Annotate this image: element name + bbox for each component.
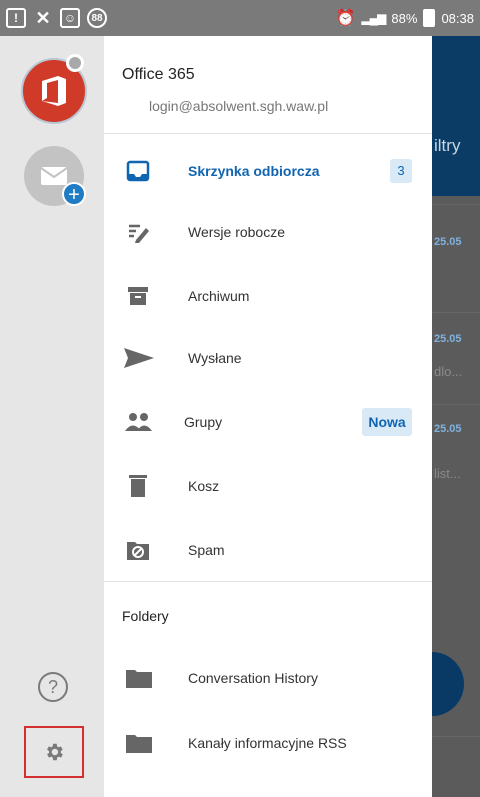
navigation-drawer: Office 365 login@absolwent.sgh.waw.pl Sk… (104, 36, 432, 797)
help-button[interactable]: ? (38, 672, 68, 702)
nav-item-drafts[interactable]: Wersje robocze (104, 204, 432, 260)
account-status-dot (66, 54, 84, 72)
add-account-plus-icon[interactable]: + (62, 182, 86, 206)
background-filter-label: iltry (432, 36, 480, 196)
folder-icon (126, 670, 152, 688)
nav-item-trash[interactable]: Kosz (104, 458, 432, 514)
nav-item-label: Skrzynka odbiorcza (188, 163, 320, 179)
nav-item-label: Archiwum (188, 288, 250, 304)
message-notification-icon: ☺ (60, 8, 80, 28)
trash-icon (124, 472, 152, 500)
archive-icon (124, 282, 152, 310)
background-row-snippet: dlo... (434, 364, 463, 379)
background-row-date: 25.05 (434, 423, 462, 435)
signal-icon: ▂▄▆ (361, 11, 386, 25)
background-separator (432, 404, 480, 405)
unread-count-badge: 3 (390, 159, 412, 183)
nav-item-inbox[interactable]: Skrzynka odbiorcza 3 (104, 143, 432, 199)
folder-label: Conversation History (188, 670, 318, 686)
spam-icon (124, 536, 152, 564)
clock: 08:38 (441, 10, 474, 26)
new-badge: Nowa (362, 408, 412, 436)
missed-call-icon: ✕ (35, 7, 51, 28)
folder-label: Kanały informacyjne RSS (188, 735, 347, 751)
battery-percent: 88% (391, 10, 418, 26)
background-row-date: 25.05 (434, 333, 462, 345)
send-icon (122, 344, 156, 372)
background-row-snippet: list... (434, 466, 461, 481)
account-email: login@absolwent.sgh.waw.pl (149, 98, 329, 114)
nav-item-sent[interactable]: Wysłane (104, 330, 432, 386)
folder-item-rss[interactable]: Kanały informacyjne RSS (104, 716, 432, 772)
nav-item-spam[interactable]: Spam (104, 522, 432, 578)
folder-item-conversation-history[interactable]: Conversation History (104, 651, 432, 707)
nav-item-label: Kosz (188, 478, 220, 494)
office-logo-icon (42, 76, 66, 106)
nav-item-groups[interactable]: Grupy Nowa (104, 394, 432, 450)
nav-item-label: Wysłane (188, 350, 242, 366)
divider (104, 133, 432, 134)
account-name: Office 365 (122, 66, 195, 83)
inbox-icon (124, 157, 152, 185)
notification-count-badge: 88 (87, 8, 107, 28)
nav-item-label: Spam (188, 542, 225, 558)
mail-icon (40, 167, 68, 185)
alarm-icon: ⏰ (335, 10, 356, 27)
nav-item-archive[interactable]: Archiwum (104, 268, 432, 324)
nav-item-label: Wersje robocze (188, 224, 286, 240)
status-bar: ! ✕ ☺ 88 ⏰ ▂▄▆ 88% 08:38 (0, 0, 480, 36)
battery-icon (423, 9, 436, 27)
background-separator (432, 736, 480, 737)
folders-section-title: Foldery (122, 608, 169, 624)
gear-icon (47, 743, 63, 761)
settings-button[interactable] (24, 726, 84, 778)
nav-item-label: Grupy (184, 414, 223, 430)
background-separator (432, 204, 480, 205)
background-row-date: 25.05 (434, 236, 462, 248)
drafts-icon (124, 218, 152, 246)
folder-icon (126, 735, 152, 753)
account-rail: + ? (0, 36, 104, 797)
alert-notification-icon: ! (6, 8, 26, 28)
background-separator (432, 312, 480, 313)
divider (104, 581, 432, 582)
groups-icon (122, 408, 154, 436)
